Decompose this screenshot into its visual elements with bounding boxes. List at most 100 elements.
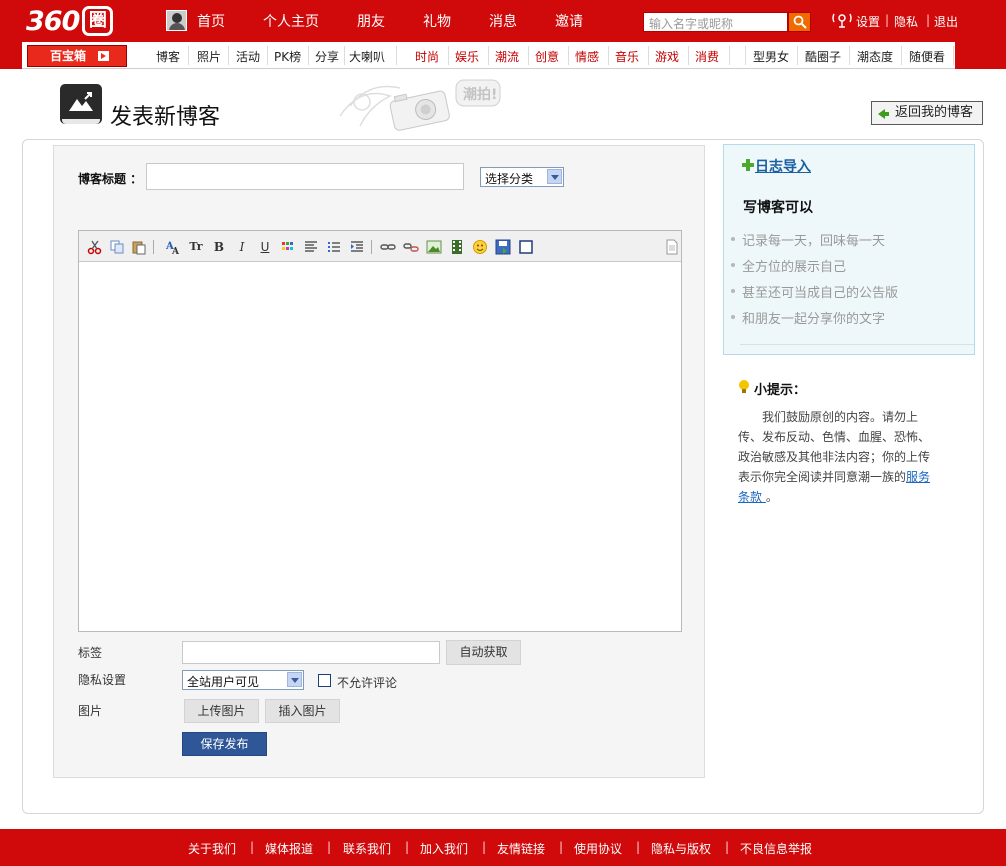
copy-icon[interactable] — [109, 239, 125, 255]
play-icon — [98, 51, 109, 61]
subnav-browse[interactable]: 随便看 — [909, 48, 945, 65]
subnav-emotion[interactable]: 情感 — [575, 48, 599, 65]
deco-text: 潮拍! — [463, 86, 497, 103]
tip-line: 条款 。 — [738, 490, 778, 504]
source-icon[interactable] — [664, 239, 680, 255]
no-comment-checkbox[interactable] — [318, 674, 331, 687]
tip-line: 政治敏感及其他非法内容；你的上传 — [738, 450, 931, 464]
tags-input[interactable] — [182, 641, 440, 664]
avatar[interactable] — [166, 10, 187, 31]
logo-number: 360 — [26, 5, 80, 37]
subnav-megaphone[interactable]: 大喇叭 — [349, 48, 385, 65]
auto-fetch-button[interactable]: 自动获取 — [446, 640, 521, 665]
subnav-events[interactable]: 活动 — [236, 48, 260, 65]
footer-join[interactable]: 加入我们 — [420, 840, 468, 857]
emoticon-icon[interactable] — [472, 239, 488, 255]
search-icon — [793, 15, 807, 29]
footer-contact[interactable]: 联系我们 — [343, 840, 391, 857]
terms-link-cont[interactable]: 条款 — [738, 490, 766, 504]
footer-media[interactable]: 媒体报道 — [265, 840, 313, 857]
nav-home[interactable]: 首页 — [197, 11, 225, 31]
font-size-icon[interactable]: Tr — [188, 239, 204, 255]
insert-image-button[interactable]: 插入图片 — [265, 699, 340, 723]
footer-terms[interactable]: 使用协议 — [574, 840, 622, 857]
bold-icon[interactable]: B — [211, 239, 227, 255]
lightbulb-icon — [739, 380, 749, 394]
subnav-photos[interactable]: 照片 — [197, 48, 221, 65]
footer-about[interactable]: 关于我们 — [188, 840, 236, 857]
page-title: 发表新博客 — [110, 105, 221, 130]
nav-friends[interactable]: 朋友 — [357, 11, 385, 31]
subnav-pk[interactable]: PK榜 — [274, 48, 301, 65]
chevron-down-icon — [547, 169, 562, 184]
footer-report[interactable]: 不良信息举报 — [740, 840, 812, 857]
link-icon[interactable] — [380, 239, 396, 255]
camera-decoration: 潮拍! — [339, 79, 501, 131]
subnav-stylish[interactable]: 型男女 — [753, 48, 789, 65]
italic-icon[interactable]: I — [234, 239, 250, 255]
terms-link[interactable]: 服务 — [906, 470, 930, 484]
subnav-share[interactable]: 分享 — [315, 48, 339, 65]
color-icon[interactable] — [280, 239, 296, 255]
publish-button[interactable]: 保存发布 — [182, 732, 267, 756]
underline-icon[interactable]: U — [257, 239, 273, 255]
nav-invite[interactable]: 邀请 — [555, 11, 583, 31]
tip-title: 小提示： — [754, 383, 807, 398]
logo-char: 圈 — [82, 6, 114, 36]
footer-privacy[interactable]: 隐私与版权 — [651, 840, 711, 857]
image-label: 图片 — [78, 704, 103, 718]
sidebar-heading: 写博客可以 — [743, 200, 813, 216]
subnav-consume[interactable]: 消费 — [695, 48, 719, 65]
nav-messages[interactable]: 消息 — [489, 11, 517, 31]
back-arrow-icon — [878, 109, 889, 119]
image-icon[interactable] — [426, 239, 442, 255]
settings-link[interactable]: 设置 — [856, 13, 880, 30]
subnav-attitude[interactable]: 潮态度 — [857, 48, 893, 65]
tip-line: 我们鼓励原创的内容。请勿上 — [762, 410, 919, 424]
subnav-entertainment[interactable]: 娱乐 — [455, 48, 479, 65]
paste-icon[interactable] — [131, 239, 147, 255]
blog-import-link[interactable]: 日志导入 — [755, 156, 811, 176]
logo[interactable]: 360 圈 — [26, 5, 114, 37]
feature-item: 和朋友一起分享你的文字 — [742, 312, 886, 327]
logout-link[interactable]: 退出 — [934, 13, 958, 30]
list-icon[interactable] — [326, 239, 342, 255]
no-comment-label: 不允许评论 — [337, 676, 398, 690]
unlink-icon[interactable] — [403, 239, 419, 255]
chevron-down-icon — [287, 672, 302, 687]
feature-item: 全方位的展示自己 — [742, 260, 847, 275]
rich-text-editor[interactable]: AA Tr B I U — [78, 230, 682, 632]
indent-icon[interactable] — [349, 239, 365, 255]
nav-profile[interactable]: 个人主页 — [263, 11, 319, 31]
subnav-circles[interactable]: 酷圈子 — [805, 48, 841, 65]
plus-icon — [742, 159, 754, 171]
privacy-select[interactable]: 全站用户可见 — [182, 670, 304, 690]
search-button[interactable] — [788, 12, 811, 32]
title-label: 博客标题 ： — [78, 172, 143, 186]
video-icon[interactable] — [449, 239, 465, 255]
subnav-creative[interactable]: 创意 — [535, 48, 559, 65]
editor-toolbar: AA Tr B I U — [79, 231, 681, 262]
save-icon[interactable] — [495, 239, 511, 255]
subnav-games[interactable]: 游戏 — [655, 48, 679, 65]
align-icon[interactable] — [303, 239, 319, 255]
settings-icon[interactable] — [831, 11, 853, 29]
tip-line: 传、发布反动、色情、血腥、恐怖、 — [738, 430, 931, 444]
subnav-blog[interactable]: 博客 — [156, 48, 180, 65]
privacy-link[interactable]: 隐私 — [894, 13, 918, 30]
toolbox-button[interactable]: 百宝箱 — [27, 45, 127, 67]
search-input[interactable]: 输入名字或昵称 — [643, 12, 788, 32]
subnav-trend[interactable]: 潮流 — [495, 48, 519, 65]
blog-title-input[interactable] — [146, 163, 464, 190]
category-select[interactable]: 选择分类 — [480, 167, 564, 187]
nav-gifts[interactable]: 礼物 — [423, 11, 451, 31]
footer-friend-links[interactable]: 友情链接 — [497, 840, 545, 857]
back-to-my-blog-button[interactable]: 返回我的博客 — [871, 101, 983, 125]
upload-image-button[interactable]: 上传图片 — [184, 699, 259, 723]
subnav-music[interactable]: 音乐 — [615, 48, 639, 65]
font-icon[interactable]: AA — [165, 239, 181, 255]
cut-icon[interactable] — [87, 239, 103, 255]
subnav-fashion[interactable]: 时尚 — [415, 48, 439, 65]
box-icon[interactable] — [518, 239, 534, 255]
tip-line: 表示你完全阅读并同意潮一族的服务 — [738, 470, 931, 484]
